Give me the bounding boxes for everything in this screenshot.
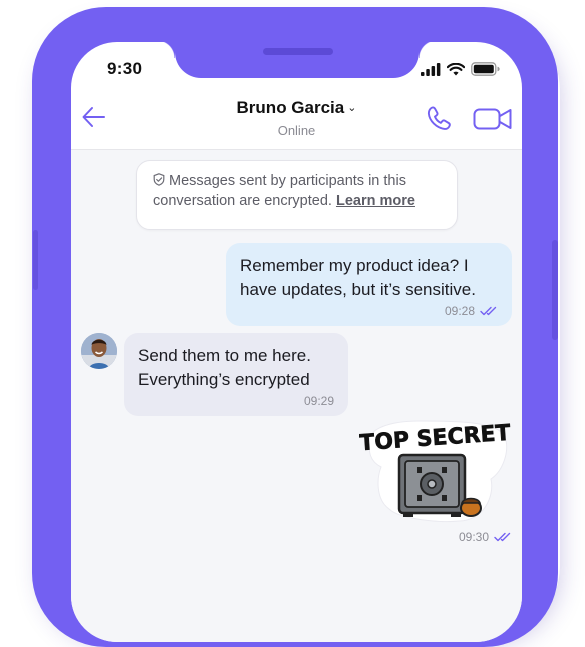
presence-status: Online [277,123,316,138]
read-check-icon [494,532,511,542]
chat-header: Bruno Garcia ⌄ Online [71,92,522,150]
safe-icon [397,453,467,517]
message-bubble-outgoing[interactable]: Remember my product idea? I have updates… [226,243,512,326]
signal-icon [421,62,441,76]
phone-side-button [552,240,558,340]
status-time: 9:30 [107,59,143,78]
chevron-down-icon: ⌄ [347,102,357,114]
message-meta: 09:28 [240,304,498,318]
read-check-icon [480,306,497,316]
contact-title[interactable]: Bruno Garcia ⌄ [71,98,522,118]
shield-icon [153,173,165,186]
speaker-grille [263,48,333,55]
message-text: Send them to me here. Everything’s encry… [138,346,311,389]
status-icons [421,62,500,76]
acorn-icon [460,497,482,517]
message-text: Remember my product idea? I have updates… [240,256,476,299]
encryption-notice: Messages sent by participants in this co… [136,160,458,230]
contact-name: Bruno Garcia [236,98,345,117]
learn-more-link[interactable]: Learn more [336,193,415,209]
message-time: 09:29 [303,394,334,408]
top-secret-sticker[interactable]: TOP SECRET [359,415,511,527]
message-meta: 09:30 [459,530,512,544]
phone-notch [157,42,437,78]
message-time: 09:28 [444,304,475,318]
phone-icon[interactable] [425,104,453,132]
contact-info[interactable]: Bruno Garcia ⌄ Online [71,98,522,138]
message-bubble-incoming[interactable]: Send them to me here. Everything’s encry… [124,333,348,416]
wifi-icon [447,62,465,75]
chat-area[interactable]: Messages sent by participants in this co… [71,150,522,642]
message-meta: 09:29 [138,394,334,408]
battery-icon [471,62,500,76]
message-time: 09:30 [458,530,489,544]
video-camera-icon[interactable] [473,105,513,133]
phone-side-button [33,230,38,290]
phone-screen: 9:30 Bruno Garcia ⌄ Online Messages sent… [71,42,522,642]
contact-avatar[interactable] [81,333,117,369]
avatar-photo [81,333,117,369]
